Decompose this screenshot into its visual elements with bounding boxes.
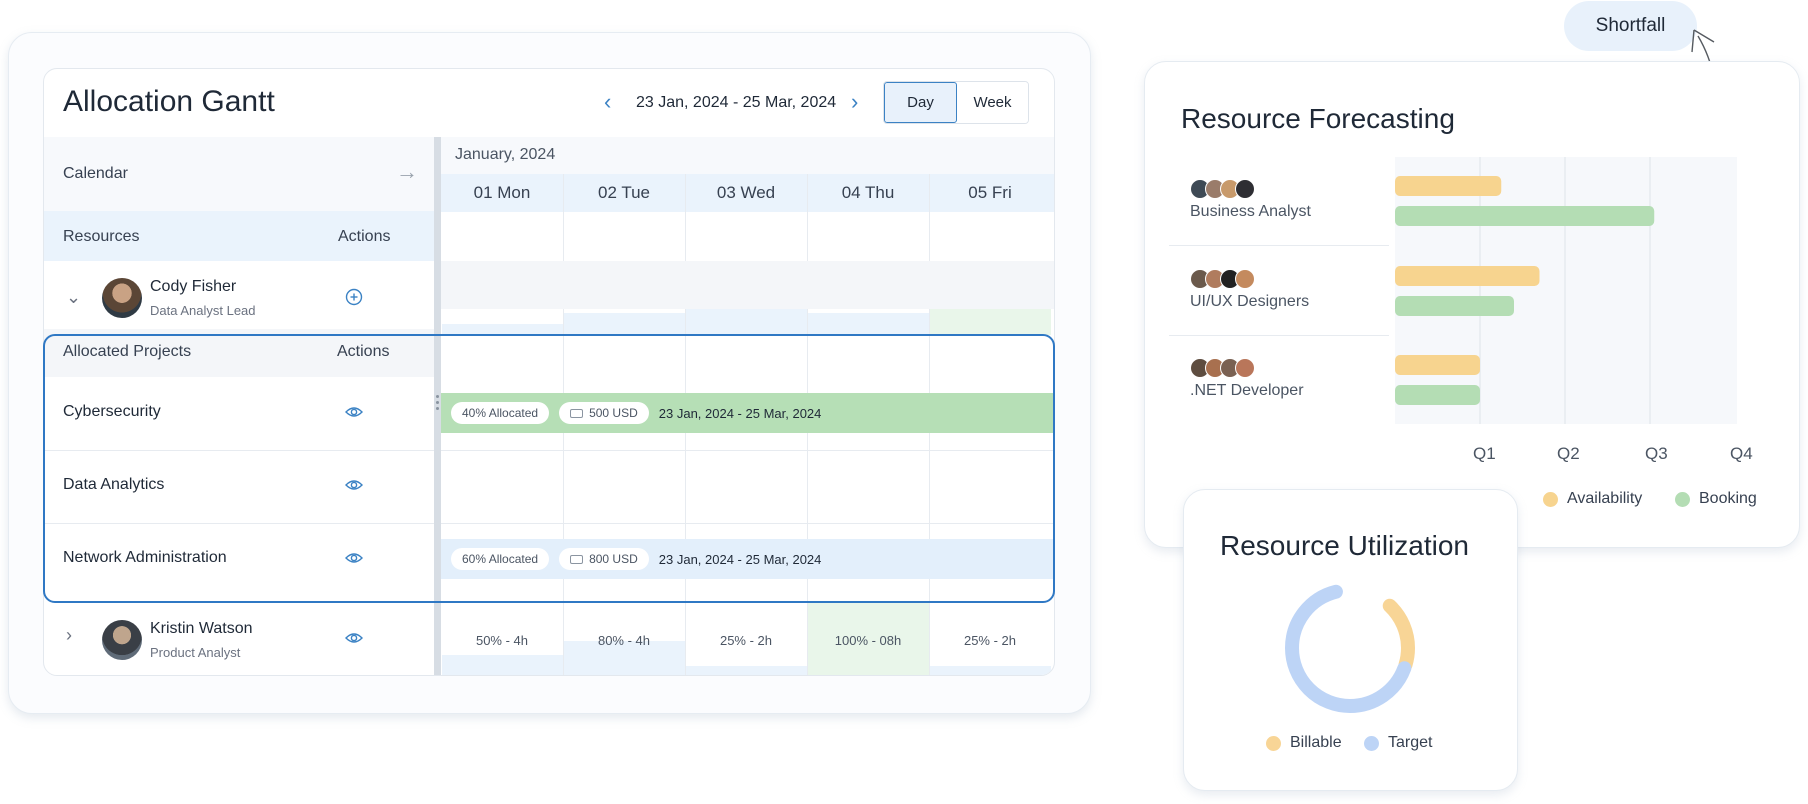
project-name: Data Analytics <box>63 476 165 493</box>
chevron-right-icon[interactable]: › <box>66 625 72 646</box>
allocation-cell[interactable]: 25% - 2h <box>685 603 807 675</box>
resource-role: Product Analyst <box>150 645 241 660</box>
legend-swatch <box>1675 491 1690 507</box>
gantt-title: Allocation Gantt <box>63 85 275 118</box>
month-row: January, 2024 <box>441 137 1054 174</box>
project-bar-network-administration[interactable]: 60% Allocated 800 USD 23 Jan, 2024 - 25 … <box>441 539 1054 579</box>
project-row-cybersecurity[interactable]: Cybersecurity <box>44 377 434 450</box>
resources-header-label: Resources <box>63 228 140 245</box>
resource-column: Calendar → Resources Actions ⌄ Cody Fish… <box>44 137 434 675</box>
day-view-button[interactable]: Day <box>884 82 957 123</box>
view-toggle: Day Week <box>883 81 1029 124</box>
resource-role: Data Analyst Lead <box>150 303 256 318</box>
legend-label: Target <box>1388 734 1433 751</box>
resource-utilization-card: Resource Utilization Billable Target <box>1183 489 1518 791</box>
utilization-title: Resource Utilization <box>1220 530 1469 561</box>
week-view-button[interactable]: Week <box>957 82 1028 123</box>
day-header: 03 Wed <box>716 183 776 202</box>
resource-forecasting-card: Resource Forecasting Business Analyst UI… <box>1144 61 1800 548</box>
allocation-cell[interactable]: 100% - 08h <box>807 603 929 675</box>
projects-header-band <box>441 261 1054 309</box>
chevron-left-icon[interactable]: ‹ <box>604 91 611 113</box>
x-tick-label: Q2 <box>1557 444 1580 463</box>
project-date-range: 23 Jan, 2024 - 25 Mar, 2024 <box>658 551 822 567</box>
grid-line <box>441 523 1054 524</box>
avatar <box>102 620 142 660</box>
allocation-cell[interactable]: 80% - 4h <box>563 603 685 675</box>
timeline-grid: January, 2024 01 Mon 02 Tue 03 Wed 04 Th… <box>441 137 1054 675</box>
resource-name: Cody Fisher <box>150 278 237 295</box>
day-header: 04 Thu <box>841 183 895 202</box>
calendar-row[interactable]: Calendar → <box>44 137 434 211</box>
day-header: 05 Fri <box>968 183 1012 202</box>
legend-item-booking: Booking <box>1675 490 1757 508</box>
x-tick-label: Q4 <box>1730 444 1753 463</box>
allocated-projects-header: Allocated Projects Actions <box>44 329 434 377</box>
calendar-label: Calendar <box>63 165 128 182</box>
chevron-down-icon[interactable]: ⌄ <box>66 287 81 308</box>
eye-icon[interactable] <box>344 550 364 570</box>
actions-header-label: Actions <box>338 228 391 245</box>
date-range-label: 23 Jan, 2024 - 25 Mar, 2024 <box>636 94 837 111</box>
project-name: Cybersecurity <box>63 403 161 420</box>
allocated-badge: 40% Allocated <box>451 402 550 424</box>
legend-swatch <box>1364 735 1379 751</box>
resource-name: Kristin Watson <box>150 620 253 637</box>
legend-label: Billable <box>1290 734 1342 751</box>
chevron-right-icon[interactable]: › <box>851 91 858 113</box>
day-header-row: 01 Mon 02 Tue 03 Wed 04 Thu 05 Fri <box>441 174 1054 212</box>
utilization-donut <box>1285 583 1415 713</box>
cost-badge: 500 USD <box>559 402 649 424</box>
arrow-right-icon[interactable]: → <box>396 159 418 185</box>
add-circle-icon[interactable] <box>344 288 364 308</box>
legend-item-target: Target <box>1364 734 1432 752</box>
resource-row-kristin-watson[interactable]: › Kristin Watson Product Analyst <box>44 603 434 675</box>
legend-item-billable: Billable <box>1266 734 1342 752</box>
eye-icon[interactable] <box>344 477 364 497</box>
forecast-bar-chart <box>1395 157 1655 424</box>
cost-value: 800 USD <box>589 552 638 566</box>
legend-label: Booking <box>1699 490 1757 507</box>
legend-swatch <box>1266 735 1281 751</box>
project-row-network-administration[interactable]: Network Administration <box>44 523 434 596</box>
bar-availability-0[interactable] <box>1395 176 1502 196</box>
allocated-badge: 60% Allocated <box>451 548 550 570</box>
grid-line <box>441 450 1054 451</box>
cost-badge: 800 USD <box>559 548 649 570</box>
eye-icon[interactable] <box>344 630 364 650</box>
project-row-data-analytics[interactable]: Data Analytics <box>44 450 434 523</box>
project-date-range: 23 Jan, 2024 - 25 Mar, 2024 <box>658 405 822 421</box>
project-bar-cybersecurity[interactable]: 40% Allocated 500 USD 23 Jan, 2024 - 25 … <box>441 393 1054 433</box>
resources-header: Resources Actions <box>44 211 434 261</box>
shortfall-badge: Shortfall <box>1564 1 1697 51</box>
cost-value: 500 USD <box>589 406 638 420</box>
legend-item-availability: Availability <box>1543 490 1642 508</box>
x-tick-label: Q1 <box>1473 444 1496 463</box>
actions-header-label: Actions <box>337 343 390 360</box>
money-icon <box>570 408 584 418</box>
avatar <box>102 278 142 318</box>
x-tick-label: Q3 <box>1645 444 1668 463</box>
project-name: Network Administration <box>63 549 227 566</box>
eye-icon[interactable] <box>344 404 364 424</box>
legend-label: Availability <box>1567 490 1643 507</box>
allocation-gantt-card: Allocation Gantt ‹ 23 Jan, 2024 - 25 Mar… <box>43 68 1055 676</box>
allocation-cell[interactable]: 25% - 2h <box>929 603 1051 675</box>
bar-booking-0[interactable] <box>1395 206 1655 226</box>
resource-row-cody-fisher[interactable]: ⌄ Cody Fisher Data Analyst Lead <box>44 261 434 335</box>
gantt-header: Allocation Gantt ‹ 23 Jan, 2024 - 25 Mar… <box>44 69 1054 137</box>
bar-booking-2[interactable] <box>1395 385 1480 405</box>
month-label: January, 2024 <box>455 146 556 163</box>
bar-availability-1[interactable] <box>1395 266 1540 286</box>
day-header: 01 Mon <box>473 183 531 202</box>
allocation-cell[interactable]: 50% - 4h <box>441 603 563 675</box>
drag-handle-icon[interactable] <box>436 395 439 413</box>
money-icon <box>570 554 584 564</box>
projects-header-label: Allocated Projects <box>63 343 192 360</box>
bar-booking-1[interactable] <box>1395 296 1514 316</box>
day-header: 02 Tue <box>598 183 650 202</box>
legend-swatch <box>1543 491 1558 507</box>
bar-availability-2[interactable] <box>1395 355 1480 375</box>
